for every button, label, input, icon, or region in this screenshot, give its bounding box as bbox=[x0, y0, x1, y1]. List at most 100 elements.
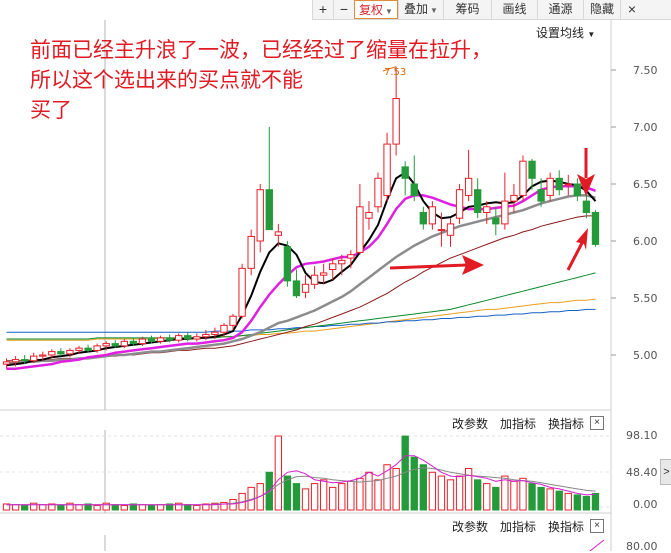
candle-body bbox=[356, 206, 364, 253]
candle-body bbox=[555, 177, 563, 191]
volume-panel-tools: 改参数 加指标 换指标 bbox=[452, 415, 596, 432]
candle-body bbox=[147, 338, 156, 342]
candle-body bbox=[20, 359, 29, 362]
candle-body bbox=[129, 340, 138, 345]
candle-body bbox=[229, 315, 237, 326]
candle-body bbox=[66, 349, 74, 355]
candle-body bbox=[401, 166, 409, 179]
volume-bar bbox=[156, 504, 165, 511]
volume-y-tick: 48.40 bbox=[626, 466, 658, 479]
close-panel-button[interactable]: × bbox=[590, 519, 604, 533]
candle-body bbox=[2, 361, 11, 365]
candle-body bbox=[383, 143, 391, 196]
volume-bar bbox=[292, 483, 301, 511]
candle-body bbox=[546, 177, 554, 196]
volume-bar bbox=[410, 456, 418, 511]
add-indicator-button[interactable]: 加指标 bbox=[500, 417, 536, 431]
candle-body bbox=[428, 206, 437, 225]
candle-body bbox=[274, 231, 283, 236]
candle-body bbox=[519, 160, 527, 196]
volume-bar bbox=[11, 504, 20, 511]
candle-body bbox=[220, 324, 228, 333]
edit-params-button[interactable]: 改参数 bbox=[452, 417, 488, 431]
volume-bar bbox=[564, 492, 572, 511]
annotation-line: 前面已经主升浪了一波，已经经过了缩量在拉升， bbox=[30, 39, 492, 62]
candle-body bbox=[265, 189, 273, 231]
sub-panel-tools: 改参数 加指标 换指标 bbox=[452, 518, 596, 535]
volume-bar bbox=[356, 477, 364, 511]
volume-bar bbox=[446, 479, 455, 511]
volume-bar bbox=[138, 504, 147, 511]
volume-bar bbox=[483, 483, 491, 511]
candle-body bbox=[537, 189, 545, 202]
candle-body bbox=[455, 189, 464, 219]
candle-body bbox=[419, 212, 427, 225]
candle-body bbox=[528, 160, 536, 179]
volume-bar bbox=[573, 494, 582, 511]
volume-bar bbox=[510, 480, 518, 511]
candle-body bbox=[437, 229, 446, 232]
annotation-text: 前面已经主升浪了一波，已经经过了缩量在拉升， 所以这个选出来的买点就不能 买了 bbox=[30, 36, 590, 126]
volume-bar bbox=[147, 504, 156, 511]
sub-y-tick: 80.00 bbox=[626, 540, 658, 553]
candle-body bbox=[39, 354, 47, 357]
candle-body bbox=[292, 280, 301, 297]
volume-bar bbox=[537, 486, 545, 511]
volume-bar bbox=[555, 490, 563, 511]
candle-body bbox=[501, 200, 509, 225]
candle-body bbox=[120, 340, 128, 347]
candle-body bbox=[165, 337, 174, 341]
close-icon: × bbox=[594, 520, 600, 531]
volume-bar bbox=[582, 495, 591, 511]
candle-body bbox=[374, 177, 382, 208]
volume-bar bbox=[492, 486, 500, 511]
candle-body bbox=[492, 217, 500, 225]
volume-bar bbox=[338, 483, 346, 511]
candle-body bbox=[446, 223, 455, 236]
volume-bar bbox=[528, 483, 536, 511]
close-panel-button[interactable]: × bbox=[590, 416, 604, 430]
candle-body bbox=[175, 335, 183, 341]
candle-body bbox=[30, 355, 38, 362]
candle-body bbox=[93, 345, 101, 351]
arrow-right-shaft bbox=[389, 263, 468, 270]
candle-body bbox=[338, 259, 346, 265]
candle-body bbox=[102, 343, 110, 347]
candle-body bbox=[111, 343, 119, 347]
ma120-line bbox=[6, 308, 596, 333]
arrow-up-head bbox=[576, 228, 588, 250]
edit-params-button[interactable]: 改参数 bbox=[452, 520, 488, 534]
candle-body bbox=[57, 351, 65, 355]
candle-body bbox=[184, 335, 192, 340]
candle-body bbox=[474, 189, 482, 213]
volume-bar bbox=[120, 504, 128, 511]
volume-bar bbox=[20, 504, 29, 511]
candle-body bbox=[347, 254, 355, 259]
volume-bar bbox=[347, 480, 355, 511]
volume-bar bbox=[229, 498, 237, 511]
y-tick-label: 7.00 bbox=[633, 121, 658, 134]
switch-indicator-button[interactable]: 换指标 bbox=[548, 520, 584, 534]
volume-bar bbox=[75, 504, 83, 511]
candle-body bbox=[193, 336, 201, 340]
arrow-up-shaft bbox=[566, 242, 584, 271]
y-tick-label: 5.00 bbox=[633, 349, 658, 362]
candle-body bbox=[573, 183, 582, 196]
scroll-right-button[interactable]: > bbox=[660, 459, 671, 485]
volume-bar bbox=[519, 477, 527, 511]
candle-body bbox=[238, 267, 246, 317]
candle-body bbox=[510, 194, 518, 202]
volume-bar bbox=[57, 504, 65, 511]
switch-indicator-button[interactable]: 换指标 bbox=[548, 417, 584, 431]
ma60-line bbox=[6, 272, 596, 340]
add-indicator-button[interactable]: 加指标 bbox=[500, 520, 536, 534]
volume-bar bbox=[474, 479, 482, 511]
candle-body bbox=[483, 206, 491, 214]
candle-body bbox=[283, 246, 292, 282]
y-tick-label: 6.00 bbox=[633, 235, 658, 248]
candle-body bbox=[410, 183, 418, 196]
volume-y-tick: 98.10 bbox=[626, 429, 658, 442]
volume-bar bbox=[301, 488, 310, 511]
candle-body bbox=[211, 331, 219, 335]
volume-bar bbox=[419, 464, 427, 511]
